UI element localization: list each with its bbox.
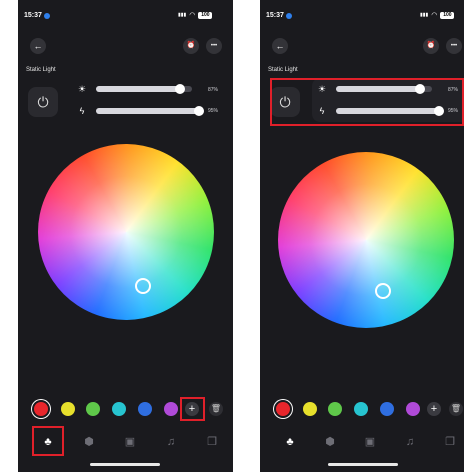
highlight-add-color [180, 397, 205, 421]
home-indicator [90, 463, 160, 466]
page-title: Static Light [268, 67, 298, 73]
tab-box[interactable]: ▣ [122, 434, 138, 450]
tab-copy[interactable]: ❐ [442, 434, 458, 450]
tab-scene[interactable]: ♣ [282, 434, 298, 450]
phone-screen-right: 15:37 ▮▮▮ ◠ 100 ← ⏰ ••• Static Light ⏻ ☀… [260, 0, 464, 472]
more-icon[interactable]: ••• [206, 38, 222, 54]
wifi-icon: ◠ [189, 12, 196, 19]
power-level-percent: 95% [208, 108, 219, 114]
alarm-clock-icon[interactable]: ⏰ [183, 38, 199, 54]
location-icon [285, 12, 292, 19]
home-indicator [328, 463, 398, 466]
tab-music[interactable]: ♫ [163, 434, 179, 450]
color-wheel[interactable] [38, 144, 214, 320]
back-button[interactable]: ← [30, 38, 46, 54]
status-bar-time: 15:37 [266, 12, 292, 19]
color-swatch-yellow[interactable] [303, 402, 317, 416]
back-button[interactable]: ← [272, 38, 288, 54]
alarm-clock-icon[interactable]: ⏰ [423, 38, 439, 54]
signal-icon: ▮▮▮ [178, 12, 187, 18]
color-swatch-cyan[interactable] [354, 402, 368, 416]
wifi-icon: ◠ [431, 12, 438, 19]
phone-screen-left: 15:37 ▮▮▮ ◠ 100 ← ⏰ ••• Static Light ⏻ ☀… [18, 0, 233, 472]
tab-box[interactable]: ▣ [362, 434, 378, 450]
highlight-scene-tab [32, 426, 64, 456]
brightness-knob[interactable] [174, 84, 185, 94]
power-level-track[interactable] [96, 106, 204, 116]
more-icon[interactable]: ••• [446, 38, 462, 54]
status-bar-icons: ▮▮▮ ◠ 100 [420, 11, 455, 19]
signal-icon: ▮▮▮ [420, 12, 429, 18]
lightning-icon: ϟ [79, 106, 85, 116]
add-color-button[interactable]: + [427, 402, 441, 416]
tab-shield[interactable]: ⬢ [81, 434, 97, 450]
sun-icon: ☀ [77, 83, 87, 94]
color-swatch-cyan[interactable] [112, 402, 126, 416]
tab-music[interactable]: ♫ [402, 434, 418, 450]
color-swatch-blue[interactable] [380, 402, 394, 416]
highlight-slider-panel [270, 78, 464, 126]
color-swatch-purple[interactable] [406, 402, 420, 416]
color-wheel-picker[interactable] [135, 278, 151, 294]
tab-copy[interactable]: ❐ [204, 434, 220, 450]
delete-color-button[interactable]: 🗑 [449, 402, 463, 416]
status-bar-icons: ▮▮▮ ◠ 100 [178, 11, 213, 19]
power-level-fill [96, 108, 199, 114]
color-swatch-green[interactable] [86, 402, 100, 416]
color-swatch-red[interactable] [276, 402, 290, 416]
brightness-percent: 87% [208, 87, 219, 93]
brightness-slider[interactable]: ☀ [76, 82, 192, 96]
color-wheel[interactable] [278, 152, 454, 328]
brightness-track[interactable] [96, 84, 192, 94]
tab-shield[interactable]: ⬢ [322, 434, 338, 450]
power-level-knob[interactable] [193, 106, 204, 116]
power-level-slider[interactable]: ϟ [76, 104, 204, 118]
page-title: Static Light [26, 67, 56, 73]
color-wheel-picker[interactable] [375, 283, 391, 299]
battery-icon: 100 [198, 11, 213, 19]
battery-icon: 100 [440, 11, 455, 19]
delete-color-button[interactable]: 🗑 [209, 402, 223, 416]
brightness-fill [96, 86, 180, 92]
color-swatch-yellow[interactable] [61, 402, 75, 416]
color-swatch-green[interactable] [328, 402, 342, 416]
color-swatch-purple[interactable] [164, 402, 178, 416]
power-button[interactable]: ⏻ [28, 87, 58, 117]
color-swatch-red[interactable] [34, 402, 48, 416]
status-bar-time: 15:37 [24, 12, 50, 19]
color-swatch-blue[interactable] [138, 402, 152, 416]
location-icon [43, 12, 50, 19]
